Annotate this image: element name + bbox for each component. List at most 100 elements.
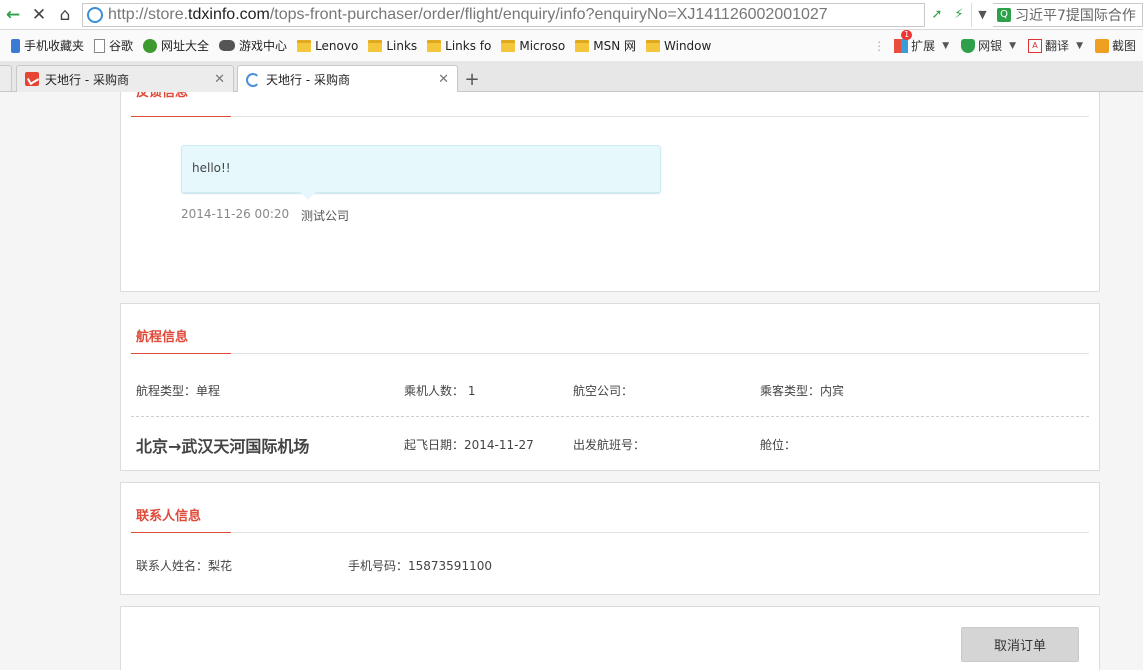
itinerary-section: 航程信息 航程类型：单程 乘机人数： 1 航空公司： 乘客类型：内宾 北京→武汉… bbox=[120, 303, 1100, 471]
folder-icon bbox=[646, 39, 661, 52]
contact-section: 联系人信息 联系人姓名：梨花 手机号码：15873591100 bbox=[120, 482, 1100, 595]
stop-icon[interactable]: ✕ bbox=[26, 2, 52, 28]
bookmark-lenovo[interactable]: Lenovo bbox=[292, 34, 363, 58]
folder-icon bbox=[427, 39, 442, 52]
bookmark-label: Microso bbox=[519, 38, 566, 53]
folder-icon bbox=[575, 39, 590, 52]
departure-date: 起飞日期：2014-11-27 bbox=[404, 438, 534, 452]
screenshot-label: 截图 bbox=[1111, 39, 1136, 53]
folder-icon bbox=[368, 39, 383, 52]
online-banking-button[interactable]: 网银 ▼ bbox=[958, 37, 1019, 54]
tab-strip: 天地行 - 采购商 ✕ 天地行 - 采购商 ✕ + bbox=[0, 61, 1143, 93]
game-icon bbox=[219, 40, 236, 51]
extensions-button[interactable]: 1 扩展 ▼ bbox=[891, 30, 952, 54]
back-arrow-icon[interactable]: ← bbox=[0, 2, 26, 28]
address-toolbar: ← ✕ ⌂ http://store.tdxinfo.com/tops-fron… bbox=[0, 0, 1143, 30]
site-logo-icon bbox=[25, 72, 39, 86]
bookmark-label: 游戏中心 bbox=[239, 39, 288, 53]
share-icon[interactable]: ➚ bbox=[929, 7, 945, 23]
contact-phone: 手机号码：15873591100 bbox=[348, 559, 492, 573]
tab-overflow[interactable] bbox=[0, 65, 12, 92]
bookmark-links[interactable]: Links bbox=[363, 34, 422, 58]
bookmark-mobile-favorites[interactable]: 手机收藏夹 bbox=[6, 34, 89, 58]
tab-title: 天地行 - 采购商 bbox=[266, 73, 350, 87]
dashed-divider bbox=[131, 416, 1089, 417]
airline: 航空公司： bbox=[573, 384, 634, 398]
feedback-company: 测试公司 bbox=[301, 209, 350, 223]
translate-button[interactable]: A 翻译 ▼ bbox=[1025, 37, 1086, 54]
flight-number: 出发航班号： bbox=[573, 438, 646, 452]
feedback-section: 反馈信息 hello!! 2014-11-26 00:20 测试公司 bbox=[120, 92, 1100, 292]
bookmark-google[interactable]: 谷歌 bbox=[89, 34, 138, 58]
close-icon[interactable]: ✕ bbox=[214, 72, 225, 87]
translate-icon: A bbox=[1028, 38, 1043, 53]
contact-title: 联系人信息 bbox=[136, 509, 202, 524]
home-icon[interactable]: ⌂ bbox=[52, 2, 78, 28]
lightning-icon[interactable]: ⚡ bbox=[951, 7, 967, 23]
bookmark-label: MSN 网 bbox=[593, 39, 637, 53]
bookmark-url-directory[interactable]: 网址大全 bbox=[138, 34, 214, 58]
bookmark-label: Window bbox=[664, 38, 712, 53]
new-tab-plus-icon[interactable]: + bbox=[461, 68, 483, 90]
bookmark-label: 谷歌 bbox=[109, 39, 134, 53]
section-divider bbox=[131, 353, 1089, 354]
bookmark-label: 手机收藏夹 bbox=[24, 39, 85, 53]
bookmark-links-fo[interactable]: Links fo bbox=[422, 34, 496, 58]
folder-icon bbox=[501, 39, 516, 52]
bookmark-label: Links bbox=[386, 38, 418, 53]
search-input[interactable]: Q 习近平7提国际合作 bbox=[993, 2, 1143, 27]
bookmark-microso[interactable]: Microso bbox=[496, 34, 570, 58]
folder-icon bbox=[297, 39, 312, 52]
contact-name: 联系人姓名：梨花 bbox=[136, 559, 233, 573]
screenshot-button[interactable]: 截图 bbox=[1092, 37, 1139, 54]
url-text[interactable]: http://store.tdxinfo.com/tops-front-purc… bbox=[108, 6, 828, 24]
bookmark-label: Links fo bbox=[445, 38, 492, 53]
cancel-order-button[interactable]: 取消订单 bbox=[961, 627, 1079, 662]
section-divider-accent bbox=[131, 353, 231, 354]
url-path: /tops-front-purchaser/order/flight/enqui… bbox=[269, 5, 828, 23]
bookmark-window[interactable]: Window bbox=[641, 34, 716, 58]
bookmarks-bar: 手机收藏夹 谷歌 网址大全 游戏中心 Lenovo Links Links fo… bbox=[0, 30, 1143, 61]
passenger-type: 乘客类型：内宾 bbox=[760, 384, 845, 398]
section-divider-accent bbox=[131, 116, 231, 117]
search-text: 习近平7提国际合作 bbox=[1015, 7, 1136, 24]
extensions-label: 扩展 bbox=[911, 39, 936, 53]
nav-icon bbox=[143, 38, 158, 53]
bookmark-msn[interactable]: MSN 网 bbox=[570, 34, 641, 58]
online-banking-label: 网银 bbox=[978, 39, 1003, 53]
page-icon bbox=[94, 38, 106, 53]
drag-handle-icon: ⋮ bbox=[873, 38, 886, 53]
phone-icon bbox=[11, 38, 20, 53]
section-divider bbox=[131, 116, 1089, 117]
extensions-icon bbox=[894, 38, 909, 53]
loading-spinner-icon bbox=[246, 72, 260, 87]
feedback-message: hello!! bbox=[192, 161, 231, 175]
shield-icon bbox=[961, 38, 976, 53]
tab-title: 天地行 - 采购商 bbox=[45, 72, 129, 87]
url-bar[interactable]: http://store.tdxinfo.com/tops-front-purc… bbox=[82, 2, 925, 27]
close-icon[interactable]: ✕ bbox=[438, 72, 449, 87]
actions-section: 取消订单 bbox=[120, 606, 1100, 670]
scissors-icon bbox=[1094, 38, 1109, 53]
search-engine-icon[interactable]: Q bbox=[997, 7, 1011, 22]
bookmark-label: Lenovo bbox=[315, 38, 359, 53]
feedback-time: 2014-11-26 00:20 bbox=[181, 207, 290, 221]
tab-purchaser-2[interactable]: 天地行 - 采购商 ✕ bbox=[237, 65, 458, 93]
section-divider-accent bbox=[131, 532, 231, 533]
url-prefix: http://store. bbox=[108, 5, 189, 23]
page-content: 反馈信息 hello!! 2014-11-26 00:20 测试公司 航程信息 … bbox=[0, 92, 1143, 670]
translate-label: 翻译 bbox=[1045, 39, 1070, 53]
tab-purchaser-1[interactable]: 天地行 - 采购商 ✕ bbox=[16, 65, 234, 92]
itinerary-title: 航程信息 bbox=[136, 330, 189, 345]
bubble-tail bbox=[300, 192, 316, 200]
chevron-down-icon[interactable]: ▼ bbox=[942, 41, 949, 51]
cabin: 舱位： bbox=[760, 438, 797, 452]
chevron-down-icon[interactable]: ▼ bbox=[971, 2, 993, 27]
url-host: tdxinfo.com bbox=[188, 5, 270, 23]
page-globe-icon bbox=[87, 6, 103, 23]
section-divider bbox=[131, 532, 1089, 533]
chevron-down-icon[interactable]: ▼ bbox=[1009, 41, 1016, 51]
chevron-down-icon[interactable]: ▼ bbox=[1076, 41, 1083, 51]
bookmark-label: 网址大全 bbox=[161, 39, 210, 53]
bookmark-game-center[interactable]: 游戏中心 bbox=[214, 34, 292, 58]
